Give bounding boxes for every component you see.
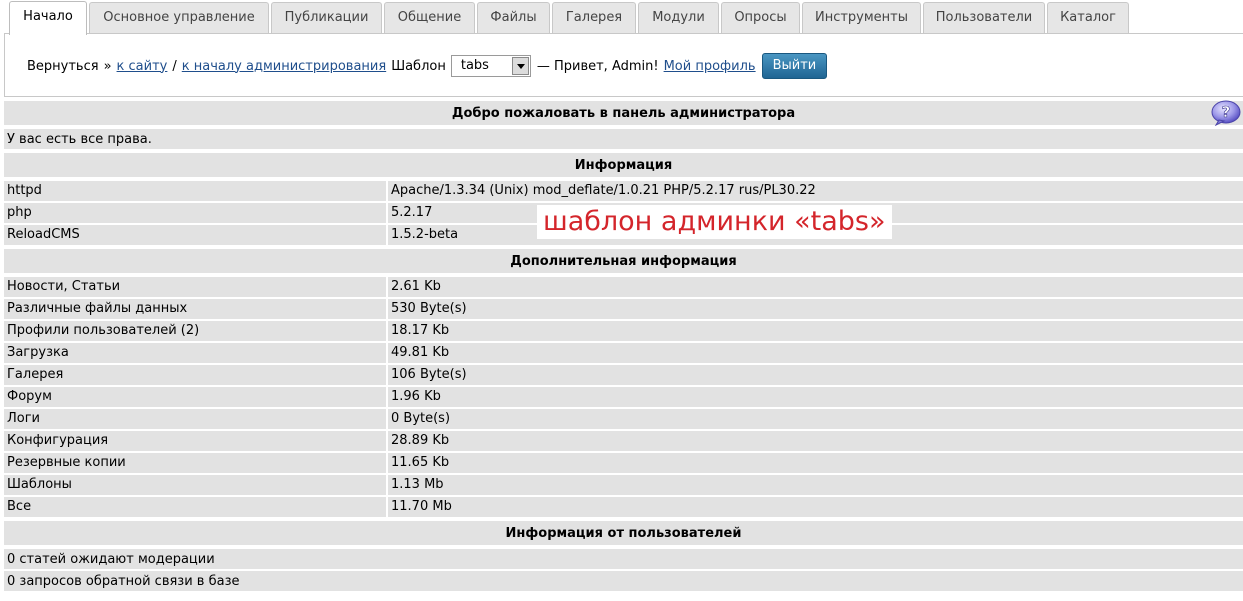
info-value: Apache/1.3.34 (Unix) mod_deflate/1.0.21 …: [388, 181, 1243, 201]
tab-main-management[interactable]: Основное управление: [89, 2, 269, 33]
help-icon[interactable]: ?: [1211, 100, 1241, 126]
welcome-title: Добро пожаловать в панель администратора: [451, 105, 796, 121]
info-row: httpd Apache/1.3.34 (Unix) mod_deflate/1…: [4, 181, 1243, 201]
extra-key: Резервные копии: [4, 453, 386, 473]
extra-key: Шаблоны: [4, 475, 386, 495]
extra-value: 49.81 Kb: [388, 343, 1243, 363]
rights-text: У вас есть все права.: [7, 131, 152, 147]
tab-users[interactable]: Пользователи: [923, 2, 1045, 33]
users-row-text: 0 статей ожидают модерации: [7, 551, 215, 567]
extra-row: Логи 0 Byte(s): [4, 409, 1243, 429]
extra-row: Шаблоны 1.13 Mb: [4, 475, 1243, 495]
toolbar-panel: Вернуться » к сайту / к началу администр…: [4, 33, 1243, 97]
info-title: Информация: [574, 157, 673, 173]
extra-row: Форум 1.96 Kb: [4, 387, 1243, 407]
welcome-header: Добро пожаловать в панель администратора…: [4, 100, 1243, 126]
extra-value: 18.17 Kb: [388, 321, 1243, 341]
info-key: httpd: [4, 181, 386, 201]
extra-value: 0 Byte(s): [388, 409, 1243, 429]
extra-row: Галерея 106 Byte(s): [4, 365, 1243, 385]
extra-key: Загрузка: [4, 343, 386, 363]
extra-value: 1.13 Mb: [388, 475, 1243, 495]
back-text: Вернуться: [27, 58, 99, 74]
extra-row: Новости, Статьи 2.61 Kb: [4, 277, 1243, 297]
slash-separator: /: [172, 58, 177, 74]
profile-link[interactable]: Мой профиль: [664, 59, 756, 74]
tab-modules[interactable]: Модули: [638, 2, 719, 33]
tab-home[interactable]: Начало: [9, 1, 87, 35]
extra-header: Дополнительная информация: [4, 249, 1243, 273]
extra-value: 11.65 Kb: [388, 453, 1243, 473]
info-key: ReloadCMS: [4, 225, 386, 245]
users-title: Информация от пользователей: [505, 525, 742, 541]
template-select[interactable]: tabs: [450, 55, 531, 77]
tab-publications[interactable]: Публикации: [271, 2, 382, 33]
svg-text:?: ?: [1222, 103, 1231, 121]
extra-title: Дополнительная информация: [510, 253, 737, 269]
logout-button[interactable]: Выйти: [761, 53, 828, 79]
extra-row: Резервные копии 11.65 Kb: [4, 453, 1243, 473]
extra-value: 1.96 Kb: [388, 387, 1243, 407]
template-annotation: шаблон админки «tabs»: [537, 205, 892, 239]
template-label: Шаблон: [391, 58, 446, 74]
extra-row: Профили пользователей (2) 18.17 Kb: [4, 321, 1243, 341]
extra-key: Все: [4, 497, 386, 517]
extra-value: 28.89 Kb: [388, 431, 1243, 451]
extra-value: 530 Byte(s): [388, 299, 1243, 319]
extra-value: 106 Byte(s): [388, 365, 1243, 385]
main-content: Добро пожаловать в панель администратора…: [4, 100, 1243, 593]
tab-communication[interactable]: Общение: [384, 2, 475, 33]
extra-key: Конфигурация: [4, 431, 386, 451]
users-row-text: 0 запросов обратной связи в базе: [7, 573, 240, 589]
extra-value: 11.70 Mb: [388, 497, 1243, 517]
extra-key: Новости, Статьи: [4, 277, 386, 297]
extra-key: Галерея: [4, 365, 386, 385]
tab-bar: Начало Основное управление Публикации Об…: [0, 0, 1243, 35]
info-header: Информация: [4, 153, 1243, 177]
extra-row: Конфигурация 28.89 Kb: [4, 431, 1243, 451]
extra-row: Все 11.70 Mb: [4, 497, 1243, 517]
extra-value: 2.61 Kb: [388, 277, 1243, 297]
users-row: 0 запросов обратной связи в базе: [4, 571, 1243, 591]
template-select-value: tabs: [460, 58, 489, 73]
info-key: php: [4, 203, 386, 223]
tab-polls[interactable]: Опросы: [721, 2, 800, 33]
greeting-text: — Привет, Admin!: [536, 58, 659, 74]
tab-tools[interactable]: Инструменты: [802, 2, 921, 33]
rights-row: У вас есть все права.: [4, 129, 1243, 149]
site-link[interactable]: к сайту: [117, 59, 168, 74]
users-header: Информация от пользователей: [4, 521, 1243, 545]
extra-row: Загрузка 49.81 Kb: [4, 343, 1243, 363]
extra-key: Логи: [4, 409, 386, 429]
tab-gallery[interactable]: Галерея: [552, 2, 636, 33]
tab-files[interactable]: Файлы: [477, 2, 550, 33]
tab-catalog[interactable]: Каталог: [1047, 2, 1129, 33]
users-row: 0 статей ожидают модерации: [4, 549, 1243, 569]
extra-row: Различные файлы данных 530 Byte(s): [4, 299, 1243, 319]
chevron-down-icon[interactable]: [511, 57, 529, 75]
admin-home-link[interactable]: к началу администрирования: [182, 59, 386, 74]
arrow-separator: »: [103, 58, 112, 74]
toolbar-row: Вернуться » к сайту / к началу администр…: [27, 52, 828, 80]
extra-key: Форум: [4, 387, 386, 407]
extra-key: Профили пользователей (2): [4, 321, 386, 341]
extra-key: Различные файлы данных: [4, 299, 386, 319]
